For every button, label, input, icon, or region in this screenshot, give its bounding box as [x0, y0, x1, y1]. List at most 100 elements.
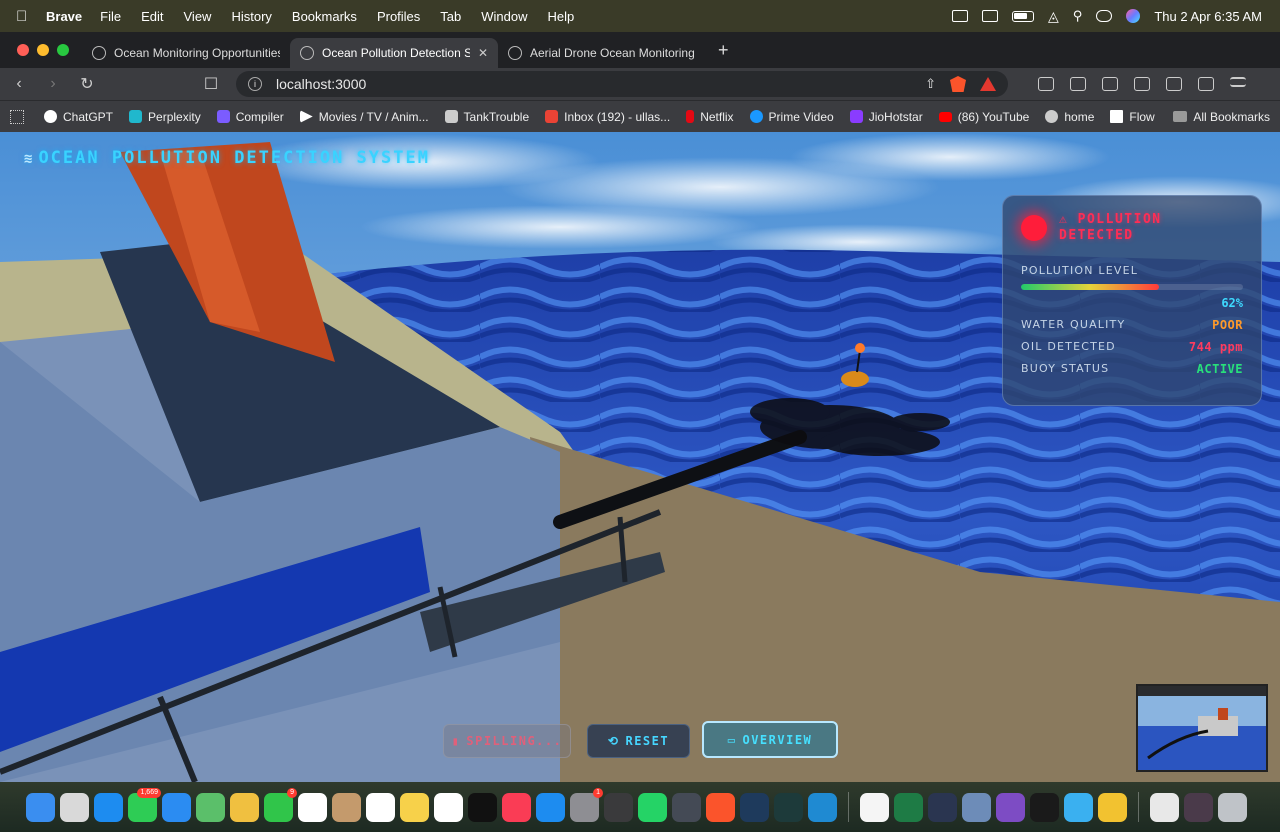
- menu-app-name[interactable]: Brave: [46, 9, 82, 24]
- contacts-icon[interactable]: [332, 792, 361, 822]
- tor-icon[interactable]: [996, 792, 1025, 822]
- site-info-icon[interactable]: i: [248, 77, 262, 91]
- minimize-window-button[interactable]: [37, 44, 49, 56]
- pollution-level-fill: [1021, 284, 1159, 290]
- trash-icon[interactable]: [1218, 792, 1247, 822]
- brave-rewards-icon[interactable]: [980, 77, 996, 91]
- reset-button[interactable]: ⟲ RESET: [587, 724, 690, 758]
- freeform-icon[interactable]: [434, 792, 463, 822]
- buoy-status-row: BUOY STATUS ACTIVE: [1021, 362, 1243, 376]
- menu-help[interactable]: Help: [548, 9, 575, 24]
- zoom-window-button[interactable]: [57, 44, 69, 56]
- bookmark-tanktrouble[interactable]: TankTrouble: [444, 110, 529, 124]
- bookmark-chatgpt[interactable]: ChatGPT: [44, 110, 113, 124]
- maps-icon[interactable]: [196, 792, 225, 822]
- textedit-icon[interactable]: [860, 792, 889, 822]
- new-tab-button[interactable]: +: [718, 40, 729, 61]
- bookmark-perplexity[interactable]: Perplexity: [129, 110, 201, 124]
- quicktime-icon[interactable]: [672, 792, 701, 822]
- reload-icon[interactable]: ↻: [78, 74, 96, 94]
- reminders-icon[interactable]: [366, 792, 395, 822]
- perplexity-icon[interactable]: [774, 792, 803, 822]
- apple-icon[interactable]: : [16, 8, 46, 25]
- menu-bookmarks[interactable]: Bookmarks: [292, 9, 357, 24]
- bookmark-gmail[interactable]: Inbox (192) - ullas...: [545, 110, 670, 124]
- menu-file[interactable]: File: [100, 9, 121, 24]
- wallet-icon[interactable]: [982, 10, 998, 22]
- menu-view[interactable]: View: [184, 9, 212, 24]
- menu-icon[interactable]: [1230, 77, 1246, 87]
- apps-grid-icon[interactable]: [10, 109, 24, 124]
- menu-profiles[interactable]: Profiles: [377, 9, 420, 24]
- vpn-icon[interactable]: [1198, 77, 1214, 91]
- bookmark-home[interactable]: home: [1045, 110, 1094, 124]
- all-bookmarks-button[interactable]: All Bookmarks: [1173, 110, 1270, 124]
- screen-mirroring-icon[interactable]: [952, 10, 968, 22]
- terminal-icon[interactable]: [1030, 792, 1059, 822]
- menu-edit[interactable]: Edit: [141, 9, 163, 24]
- photos-icon[interactable]: [230, 792, 259, 822]
- bookmark-jiohotstar[interactable]: JioHotstar: [849, 110, 923, 124]
- excel-icon[interactable]: [894, 792, 923, 822]
- music-icon[interactable]: [502, 792, 531, 822]
- facetime-icon[interactable]: 9: [264, 787, 297, 822]
- url-text[interactable]: localhost:3000: [276, 76, 366, 92]
- back-icon[interactable]: ‹: [10, 75, 28, 93]
- window-thumbnail-preview[interactable]: [1136, 684, 1268, 772]
- extensions-icon[interactable]: [1038, 77, 1054, 91]
- keychain-icon[interactable]: [1064, 792, 1093, 822]
- screenshot-icon[interactable]: [1184, 792, 1213, 822]
- share-icon[interactable]: ⇧: [925, 76, 936, 92]
- brave-icon[interactable]: [706, 792, 735, 822]
- system-settings-icon[interactable]: 1: [570, 787, 603, 822]
- document-icon[interactable]: [1150, 792, 1179, 822]
- media-icon[interactable]: [1070, 77, 1086, 91]
- vscode-icon[interactable]: [808, 792, 837, 822]
- close-window-button[interactable]: [17, 44, 29, 56]
- bookmark-prime-video[interactable]: Prime Video: [749, 110, 834, 124]
- menu-clock[interactable]: Thu 2 Apr 6:35 AM: [1154, 9, 1262, 24]
- tab-aerial-drone[interactable]: Aerial Drone Ocean Monitoring | UAV: [498, 38, 706, 68]
- leo-ai-icon[interactable]: [1166, 77, 1182, 91]
- brave-shields-icon[interactable]: [950, 76, 966, 92]
- tab-ocean-monitoring[interactable]: Ocean Monitoring Opportunities: [82, 38, 290, 68]
- forward-icon[interactable]: ›: [44, 75, 62, 93]
- menu-window[interactable]: Window: [481, 9, 527, 24]
- spill-button[interactable]: ▮ SPILLING...: [443, 724, 571, 758]
- copilot-icon[interactable]: [740, 792, 769, 822]
- altair-icon[interactable]: [928, 792, 957, 822]
- overview-button[interactable]: ▭ OVERVIEW: [702, 721, 838, 758]
- preview-icon[interactable]: [962, 792, 991, 822]
- siri-icon[interactable]: [1126, 9, 1141, 23]
- simulation-viewport[interactable]: ≋ OCEAN POLLUTION DETECTION SYSTEM ⚠ POLL…: [0, 132, 1280, 782]
- wallet-icon[interactable]: [1134, 77, 1150, 91]
- bookmark-flow[interactable]: Flow: [1110, 110, 1155, 124]
- iphone-mirroring-icon[interactable]: [604, 792, 633, 822]
- bookmark-movies[interactable]: Movies / TV / Anim...: [299, 110, 429, 124]
- tv-icon[interactable]: [468, 792, 497, 822]
- app-store-icon[interactable]: [536, 792, 565, 822]
- messages-icon[interactable]: 1,669: [128, 787, 161, 822]
- chrome-icon[interactable]: [1098, 792, 1127, 822]
- bookmark-youtube[interactable]: (86) YouTube: [938, 110, 1029, 124]
- safari-icon[interactable]: [94, 792, 123, 822]
- bookmark-compiler[interactable]: Compiler: [216, 110, 284, 124]
- finder-icon[interactable]: [26, 792, 55, 822]
- bookmark-netflix[interactable]: Netflix: [686, 110, 734, 124]
- sidebar-icon[interactable]: [1102, 77, 1118, 91]
- notes-icon[interactable]: [400, 792, 429, 822]
- battery-icon[interactable]: [1012, 10, 1034, 22]
- calendar-icon[interactable]: [298, 792, 327, 822]
- menu-history[interactable]: History: [231, 9, 271, 24]
- control-center-icon[interactable]: [1096, 10, 1113, 22]
- wifi-icon[interactable]: ◬: [1048, 8, 1059, 25]
- spotlight-search-icon[interactable]: ⚲: [1073, 8, 1083, 24]
- close-tab-icon[interactable]: ✕: [478, 46, 488, 60]
- bookmark-page-icon[interactable]: ☐: [202, 74, 220, 94]
- address-bar[interactable]: i localhost:3000 ⇧: [236, 71, 1008, 97]
- tab-ocean-pollution-simulator[interactable]: Ocean Pollution Detection Simulator ✕: [290, 38, 498, 68]
- whatsapp-icon[interactable]: [638, 792, 667, 822]
- launchpad-icon[interactable]: [60, 792, 89, 822]
- menu-tab[interactable]: Tab: [440, 9, 461, 24]
- mail-icon[interactable]: [162, 792, 191, 822]
